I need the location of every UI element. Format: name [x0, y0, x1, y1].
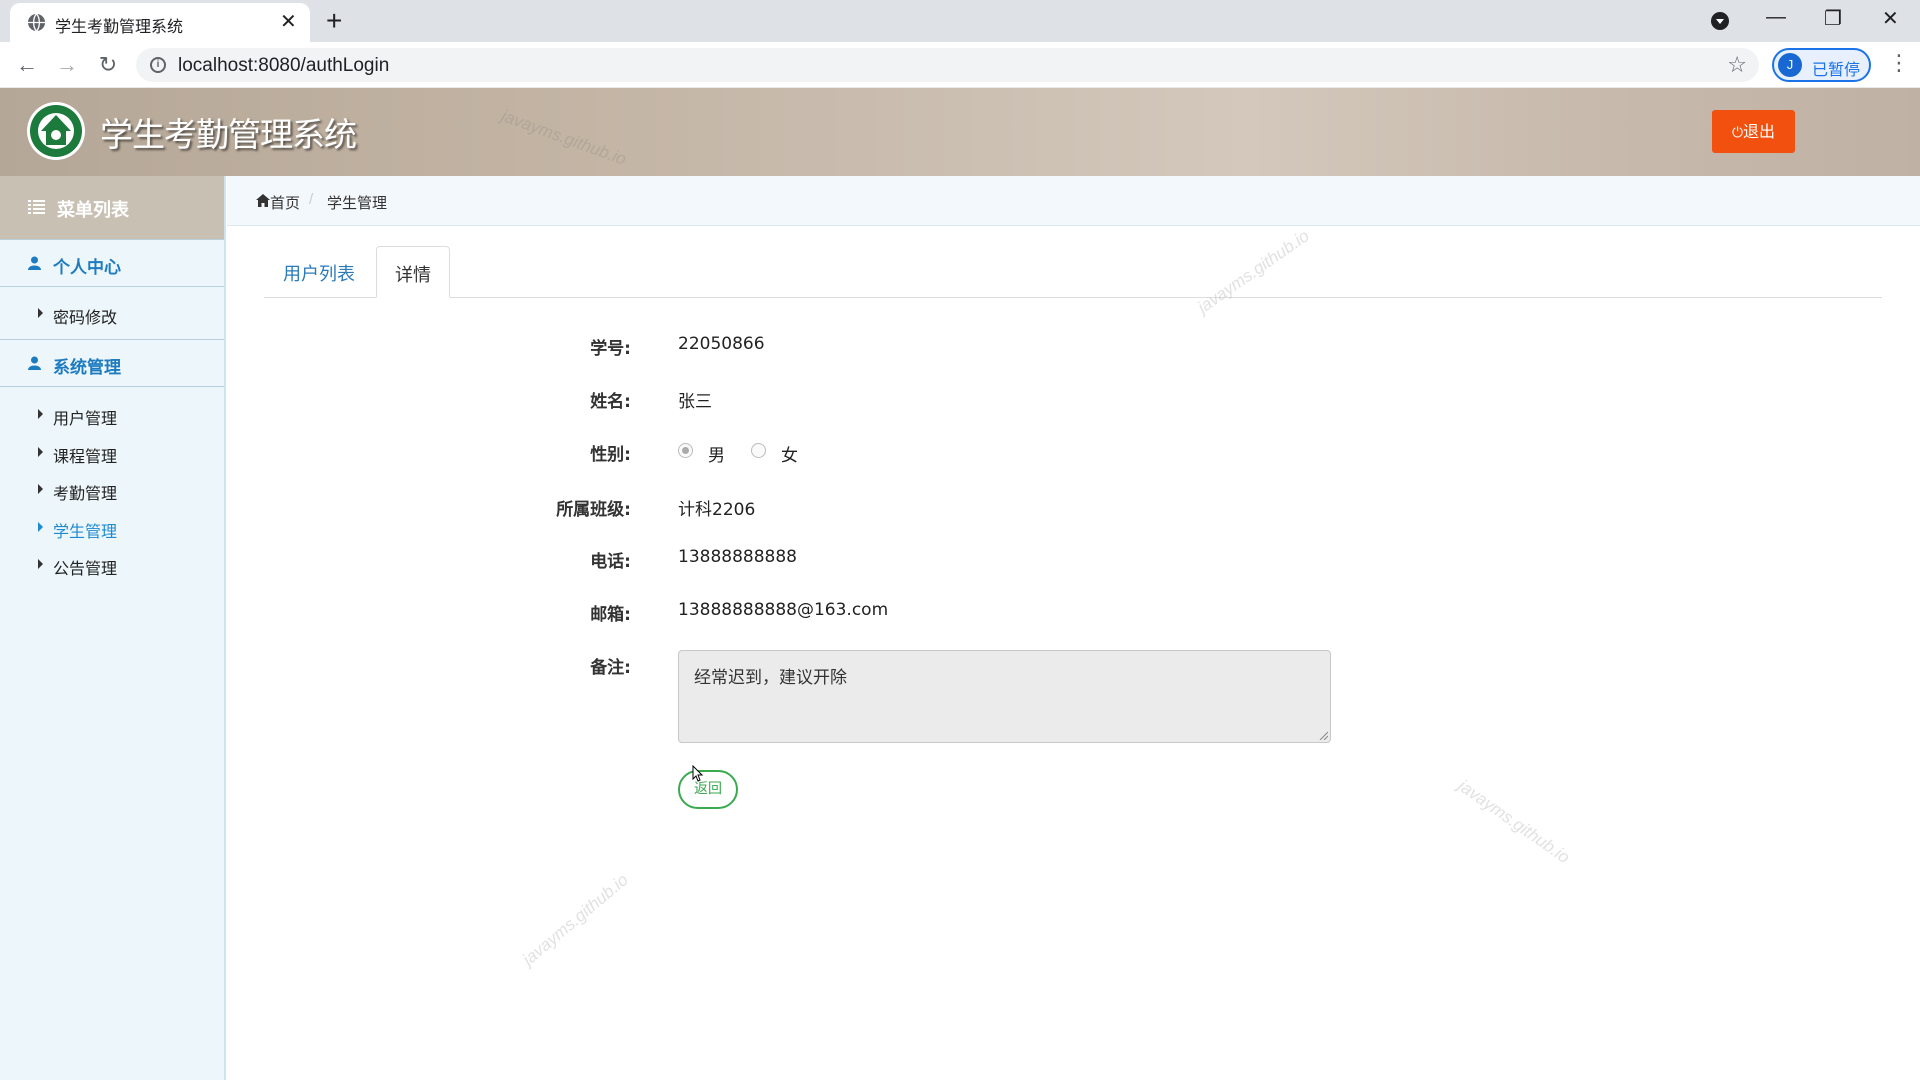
site-info-icon[interactable]: i: [150, 57, 166, 73]
gender-option-male: 男: [708, 446, 725, 466]
app-header: 学生考勤管理系统: [0, 88, 1920, 176]
globe-icon: [27, 13, 46, 32]
sidebar-item-password[interactable]: 密码修改: [0, 296, 224, 332]
name-label: 姓名:: [590, 392, 631, 412]
tabs-divider: [264, 297, 1882, 298]
reload-icon[interactable]: ↻: [93, 50, 123, 80]
caret-right-icon: [38, 409, 43, 419]
profile-status: 已暂停: [1812, 60, 1861, 79]
sidebar-item-label: 学生管理: [53, 522, 118, 541]
sidebar-item-label: 考勤管理: [53, 484, 118, 503]
forward-icon[interactable]: →: [52, 50, 82, 80]
address-bar[interactable]: i localhost:8080/authLogin ☆: [136, 48, 1759, 82]
class-label: 所属班级:: [556, 500, 631, 520]
breadcrumb-separator: /: [309, 191, 314, 208]
gender-label: 性别:: [590, 445, 631, 465]
sidebar-group-personal[interactable]: 个人中心: [0, 239, 224, 287]
gender-radio-female[interactable]: [751, 443, 766, 458]
breadcrumb: 首页 / 学生管理: [227, 176, 1920, 226]
phone-label: 电话:: [590, 552, 631, 572]
sidebar: 菜单列表 个人中心 密码修改 系统管理 用户管理 课程管理 考勤管理 学生管理 …: [0, 176, 226, 1080]
mouse-cursor-icon: [692, 765, 704, 782]
profile-button[interactable]: J 已暂停: [1772, 48, 1871, 82]
phone-value: 13888888888: [678, 547, 797, 567]
caret-right-icon: [38, 308, 43, 318]
menu-title: 菜单列表: [57, 200, 129, 221]
home-icon: [256, 194, 270, 207]
remark-label: 备注:: [590, 658, 631, 678]
sidebar-item-students[interactable]: 学生管理: [0, 510, 224, 546]
browser-tab[interactable]: 学生考勤管理系统 ✕: [10, 3, 310, 42]
back-icon[interactable]: ←: [12, 50, 42, 80]
sidebar-item-label: 密码修改: [53, 308, 118, 327]
sidebar-item-label: 用户管理: [53, 409, 118, 428]
caret-right-icon: [38, 522, 43, 532]
student-id-value: 22050866: [678, 334, 765, 354]
url-text[interactable]: localhost:8080/authLogin: [178, 55, 389, 77]
sidebar-item-label: 公告管理: [53, 559, 118, 578]
power-icon: ⏻: [1731, 125, 1744, 141]
gender-radio-male[interactable]: [678, 443, 693, 458]
list-icon: [28, 200, 45, 214]
watermark: javayms.github.io: [518, 870, 632, 970]
sidebar-item-users[interactable]: 用户管理: [0, 397, 224, 433]
back-button[interactable]: 返回: [678, 770, 738, 809]
watermark: javayms.github.io: [1454, 776, 1574, 868]
school-logo: [27, 102, 85, 160]
email-label: 邮箱:: [590, 605, 631, 625]
more-menu-icon[interactable]: ⋮: [1888, 52, 1910, 74]
logout-label: 退出: [1743, 122, 1776, 141]
name-value: 张三: [678, 392, 712, 412]
user-icon: [28, 256, 41, 270]
sidebar-item-label: 课程管理: [53, 447, 118, 466]
user-icon: [28, 356, 41, 370]
app-title: 学生考勤管理系统: [100, 115, 357, 154]
sidebar-group-title: 系统管理: [53, 358, 121, 378]
gender-option-female: 女: [781, 446, 798, 466]
caret-right-icon: [38, 447, 43, 457]
sidebar-item-attendance[interactable]: 考勤管理: [0, 472, 224, 508]
browser-toolbar: ← → ↻ i localhost:8080/authLogin ☆ J 已暂停: [0, 42, 1920, 88]
bookmark-star-icon[interactable]: ☆: [1727, 52, 1747, 78]
close-tab-icon[interactable]: ✕: [280, 12, 297, 32]
caret-right-icon: [38, 559, 43, 569]
breadcrumb-current: 学生管理: [327, 194, 388, 212]
student-id-label: 学号:: [590, 339, 631, 359]
browser-tab-strip: 学生考勤管理系统 ✕ + — ❐ ✕: [0, 0, 1920, 42]
avatar: J: [1778, 53, 1802, 77]
minimize-button[interactable]: —: [1766, 6, 1786, 29]
sidebar-item-courses[interactable]: 课程管理: [0, 435, 224, 471]
sidebar-item-notices[interactable]: 公告管理: [0, 547, 224, 583]
browser-tab-title: 学生考勤管理系统: [55, 17, 184, 36]
tab-detail[interactable]: 详情: [376, 246, 450, 298]
class-value: 计科2206: [678, 500, 756, 520]
tab-user-list[interactable]: 用户列表: [265, 246, 373, 298]
resize-grip-icon[interactable]: [1318, 730, 1328, 740]
sidebar-group-system[interactable]: 系统管理: [0, 339, 224, 387]
caret-right-icon: [38, 484, 43, 494]
sidebar-group-title: 个人中心: [53, 258, 121, 278]
remark-textarea[interactable]: 经常迟到，建议开除: [678, 650, 1331, 743]
logout-button[interactable]: ⏻退出: [1712, 110, 1795, 153]
tab-search-icon[interactable]: [1711, 12, 1729, 30]
new-tab-button[interactable]: +: [326, 6, 342, 36]
close-window-button[interactable]: ✕: [1882, 6, 1899, 31]
restore-button[interactable]: ❐: [1824, 6, 1842, 31]
watermark: javayms.github.io: [1194, 226, 1313, 318]
breadcrumb-home-link[interactable]: 首页: [270, 192, 300, 213]
email-value: 13888888888@163.com: [678, 600, 889, 620]
menu-header: 菜单列表: [0, 176, 224, 239]
